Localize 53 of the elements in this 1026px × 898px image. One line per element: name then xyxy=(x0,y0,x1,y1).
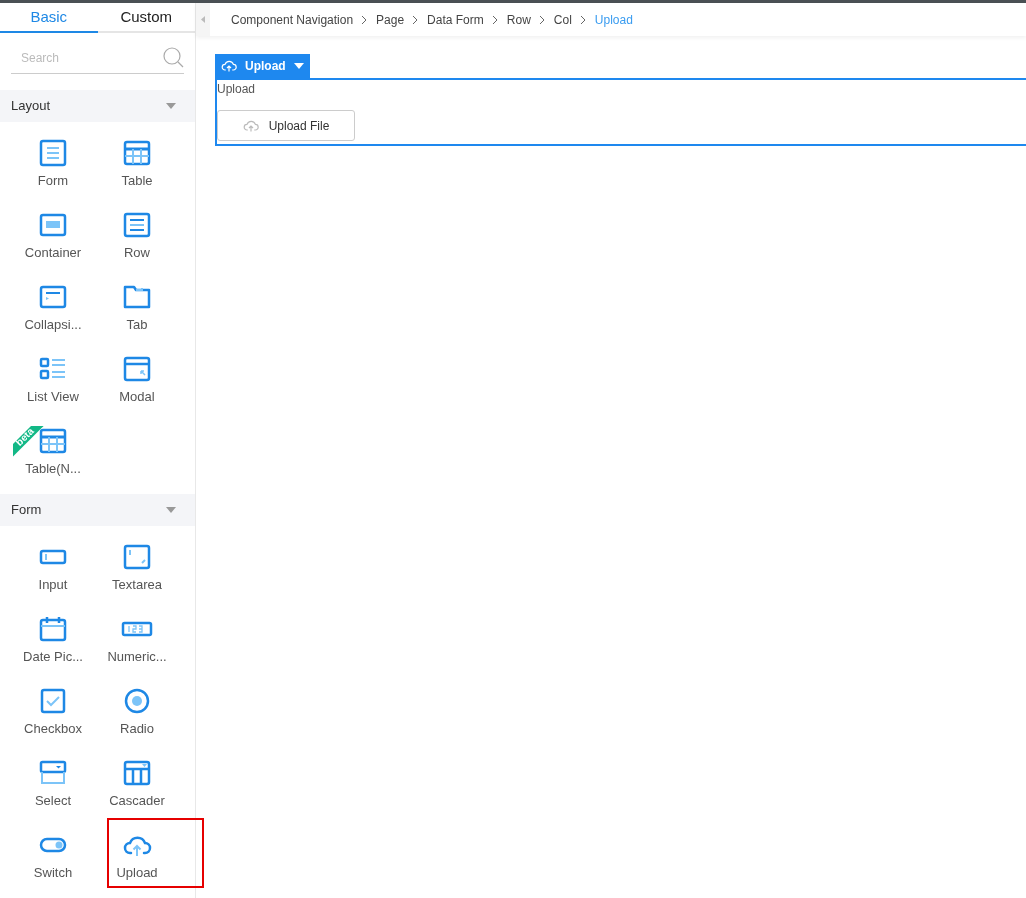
table-icon xyxy=(122,138,152,168)
collapse-button[interactable] xyxy=(196,3,210,36)
breadcrumb-link[interactable]: Row xyxy=(506,10,531,29)
component-item[interactable]: Checkbox xyxy=(11,686,95,739)
component-item[interactable]: Cascader xyxy=(95,758,179,811)
window-icon xyxy=(122,354,152,384)
component-item[interactable]: Switch xyxy=(11,830,95,883)
caret-icon xyxy=(166,507,176,513)
section-header[interactable]: Form xyxy=(0,494,195,526)
chevron-right-icon xyxy=(361,14,369,25)
search-field[interactable]: Search xyxy=(11,43,184,74)
component-item[interactable]: Select xyxy=(11,758,95,811)
component-item[interactable]: Textarea xyxy=(95,542,179,595)
radio-icon xyxy=(122,686,152,716)
caret-icon xyxy=(201,16,205,23)
component-item[interactable]: Row xyxy=(95,210,179,263)
component-item[interactable]: Upload xyxy=(95,830,179,883)
chevron-right-icon xyxy=(538,14,546,25)
cascader-icon xyxy=(122,758,152,788)
sidebar-tab[interactable]: Basic xyxy=(0,3,98,33)
chevron-right-icon xyxy=(412,14,420,25)
textarea-icon xyxy=(122,542,152,572)
checkbox-icon xyxy=(38,686,68,716)
caret-icon xyxy=(293,63,304,69)
breadcrumb-link[interactable]: Data Form xyxy=(427,10,484,29)
cloud-upload-icon xyxy=(221,58,237,74)
chevron-right-icon xyxy=(579,14,587,25)
breadcrumb-link[interactable]: Page xyxy=(376,10,405,29)
breadcrumb-link[interactable]: Col xyxy=(553,10,572,29)
component-item[interactable]: Container xyxy=(11,210,95,263)
caret-icon xyxy=(166,103,176,109)
calendar-icon xyxy=(38,614,68,644)
component-item[interactable]: Form xyxy=(11,138,95,191)
component-item[interactable]: Table(N... beta xyxy=(11,426,95,479)
component-item[interactable]: Numeric... xyxy=(95,614,179,667)
row-icon xyxy=(122,210,152,240)
chevron-right-icon xyxy=(491,14,499,25)
component-item[interactable]: Modal xyxy=(95,354,179,407)
component-item[interactable]: Input xyxy=(11,542,95,595)
upload-file-button[interactable]: Upload File xyxy=(217,110,355,141)
component-item[interactable]: Table xyxy=(95,138,179,191)
form-icon xyxy=(38,138,68,168)
breadcrumb-link[interactable]: Component Navigation xyxy=(231,10,354,29)
section-header[interactable]: Layout xyxy=(0,90,195,122)
table-icon xyxy=(38,426,68,456)
search-icon xyxy=(162,46,184,68)
component-item[interactable]: Collapsi... xyxy=(11,282,95,335)
component-tag[interactable]: Upload xyxy=(215,54,310,78)
component-item[interactable]: Radio xyxy=(95,686,179,739)
component-item[interactable]: Date Pic... xyxy=(11,614,95,667)
component-item[interactable]: List View xyxy=(11,354,95,407)
field-label: Upload xyxy=(217,81,256,98)
component-item[interactable]: Tab xyxy=(95,282,179,335)
